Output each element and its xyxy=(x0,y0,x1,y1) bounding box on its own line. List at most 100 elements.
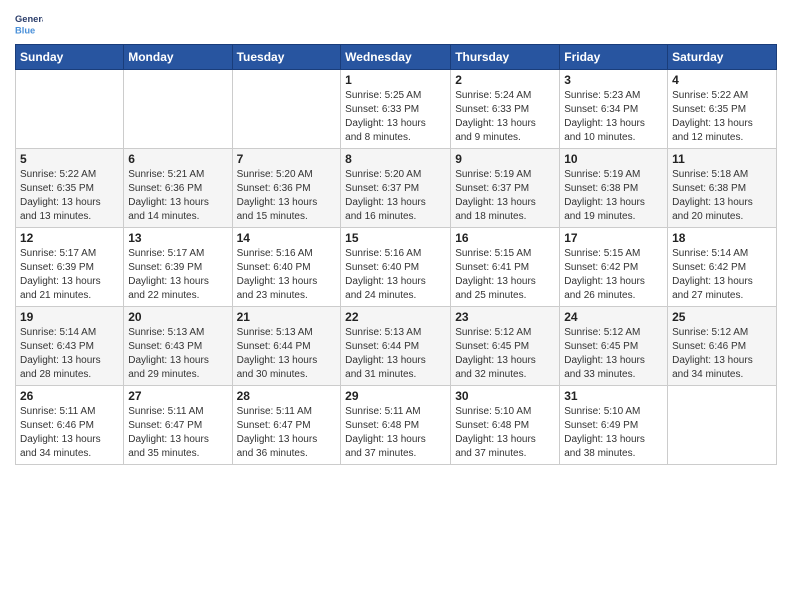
day-header-tuesday: Tuesday xyxy=(232,45,341,70)
day-info: Sunrise: 5:22 AM Sunset: 6:35 PM Dayligh… xyxy=(672,89,772,145)
calendar-cell: 7Sunrise: 5:20 AM Sunset: 6:36 PM Daylig… xyxy=(232,149,341,228)
calendar-cell: 26Sunrise: 5:11 AM Sunset: 6:46 PM Dayli… xyxy=(16,386,124,465)
day-info: Sunrise: 5:11 AM Sunset: 6:48 PM Dayligh… xyxy=(345,405,446,461)
calendar-cell: 2 Sunrise: 5:24 AM Sunset: 6:33 PM Daylig… xyxy=(451,70,560,149)
calendar-cell: 1 Sunrise: 5:25 AM Sunset: 6:33 PM Daylig… xyxy=(341,70,451,149)
day-number: 29 xyxy=(345,389,446,403)
day-number: 11 xyxy=(672,152,772,166)
day-info: Sunrise: 5:14 AM Sunset: 6:42 PM Dayligh… xyxy=(672,247,772,303)
calendar-cell: 4 Sunrise: 5:22 AM Sunset: 6:35 PM Daylig… xyxy=(668,70,777,149)
day-number: 4 xyxy=(672,73,772,87)
calendar-cell xyxy=(232,70,341,149)
day-number: 25 xyxy=(672,310,772,324)
day-info: Sunrise: 5:19 AM Sunset: 6:38 PM Dayligh… xyxy=(564,168,663,224)
day-number: 24 xyxy=(564,310,663,324)
day-number: 12 xyxy=(20,231,119,245)
day-info: Sunrise: 5:22 AM Sunset: 6:35 PM Dayligh… xyxy=(20,168,119,224)
day-info: Sunrise: 5:13 AM Sunset: 6:44 PM Dayligh… xyxy=(237,326,337,382)
svg-text:General: General xyxy=(15,14,43,24)
day-info: Sunrise: 5:17 AM Sunset: 6:39 PM Dayligh… xyxy=(128,247,227,303)
calendar-cell: 23 Sunrise: 5:12 AM Sunset: 6:45 PM Dayli… xyxy=(451,307,560,386)
calendar-cell: 20 Sunrise: 5:13 AM Sunset: 6:43 PM Dayli… xyxy=(124,307,232,386)
day-header-thursday: Thursday xyxy=(451,45,560,70)
day-header-wednesday: Wednesday xyxy=(341,45,451,70)
calendar-cell: 6 Sunrise: 5:21 AM Sunset: 6:36 PM Daylig… xyxy=(124,149,232,228)
day-info: Sunrise: 5:19 AM Sunset: 6:37 PM Dayligh… xyxy=(455,168,555,224)
calendar-cell: 5 Sunrise: 5:22 AM Sunset: 6:35 PM Daylig… xyxy=(16,149,124,228)
day-number: 2 xyxy=(455,73,555,87)
day-info: Sunrise: 5:12 AM Sunset: 6:45 PM Dayligh… xyxy=(455,326,555,382)
logo-icon: GeneralBlue xyxy=(15,10,43,38)
calendar-cell: 15 Sunrise: 5:16 AM Sunset: 6:40 PM Dayli… xyxy=(341,228,451,307)
day-number: 23 xyxy=(455,310,555,324)
calendar-cell: 29 Sunrise: 5:11 AM Sunset: 6:48 PM Dayli… xyxy=(341,386,451,465)
calendar-cell: 28 Sunrise: 5:11 AM Sunset: 6:47 PM Dayli… xyxy=(232,386,341,465)
week-row-4: 19 Sunrise: 5:14 AM Sunset: 6:43 PM Dayli… xyxy=(16,307,777,386)
calendar-cell: 13 Sunrise: 5:17 AM Sunset: 6:39 PM Dayli… xyxy=(124,228,232,307)
calendar-cell: 14Sunrise: 5:16 AM Sunset: 6:40 PM Dayli… xyxy=(232,228,341,307)
calendar-cell: 9Sunrise: 5:19 AM Sunset: 6:37 PM Daylig… xyxy=(451,149,560,228)
day-info: Sunrise: 5:16 AM Sunset: 6:40 PM Dayligh… xyxy=(237,247,337,303)
day-info: Sunrise: 5:11 AM Sunset: 6:47 PM Dayligh… xyxy=(128,405,227,461)
day-number: 16 xyxy=(455,231,555,245)
svg-text:Blue: Blue xyxy=(15,25,35,35)
day-info: Sunrise: 5:18 AM Sunset: 6:38 PM Dayligh… xyxy=(672,168,772,224)
calendar-cell: 22Sunrise: 5:13 AM Sunset: 6:44 PM Dayli… xyxy=(341,307,451,386)
calendar-cell: 31 Sunrise: 5:10 AM Sunset: 6:49 PM Dayli… xyxy=(560,386,668,465)
calendar-cell: 12 Sunrise: 5:17 AM Sunset: 6:39 PM Dayli… xyxy=(16,228,124,307)
day-number: 8 xyxy=(345,152,446,166)
day-info: Sunrise: 5:12 AM Sunset: 6:46 PM Dayligh… xyxy=(672,326,772,382)
calendar-cell xyxy=(124,70,232,149)
calendar-cell: 18 Sunrise: 5:14 AM Sunset: 6:42 PM Dayli… xyxy=(668,228,777,307)
day-info: Sunrise: 5:20 AM Sunset: 6:36 PM Dayligh… xyxy=(237,168,337,224)
day-info: Sunrise: 5:13 AM Sunset: 6:43 PM Dayligh… xyxy=(128,326,227,382)
day-number: 15 xyxy=(345,231,446,245)
calendar-cell: 27Sunrise: 5:11 AM Sunset: 6:47 PM Dayli… xyxy=(124,386,232,465)
day-info: Sunrise: 5:11 AM Sunset: 6:47 PM Dayligh… xyxy=(237,405,337,461)
calendar-cell: 10Sunrise: 5:19 AM Sunset: 6:38 PM Dayli… xyxy=(560,149,668,228)
calendar-cell xyxy=(16,70,124,149)
calendar-header-row: SundayMondayTuesdayWednesdayThursdayFrid… xyxy=(16,45,777,70)
day-info: Sunrise: 5:13 AM Sunset: 6:44 PM Dayligh… xyxy=(345,326,446,382)
day-number: 6 xyxy=(128,152,227,166)
day-number: 17 xyxy=(564,231,663,245)
week-row-3: 12 Sunrise: 5:17 AM Sunset: 6:39 PM Dayli… xyxy=(16,228,777,307)
day-number: 18 xyxy=(672,231,772,245)
week-row-5: 26Sunrise: 5:11 AM Sunset: 6:46 PM Dayli… xyxy=(16,386,777,465)
day-info: Sunrise: 5:15 AM Sunset: 6:42 PM Dayligh… xyxy=(564,247,663,303)
day-number: 28 xyxy=(237,389,337,403)
day-info: Sunrise: 5:14 AM Sunset: 6:43 PM Dayligh… xyxy=(20,326,119,382)
day-number: 19 xyxy=(20,310,119,324)
calendar-cell: 16 Sunrise: 5:15 AM Sunset: 6:41 PM Dayli… xyxy=(451,228,560,307)
day-number: 13 xyxy=(128,231,227,245)
day-number: 20 xyxy=(128,310,227,324)
day-info: Sunrise: 5:23 AM Sunset: 6:34 PM Dayligh… xyxy=(564,89,663,145)
day-number: 30 xyxy=(455,389,555,403)
day-info: Sunrise: 5:20 AM Sunset: 6:37 PM Dayligh… xyxy=(345,168,446,224)
day-number: 1 xyxy=(345,73,446,87)
day-info: Sunrise: 5:25 AM Sunset: 6:33 PM Dayligh… xyxy=(345,89,446,145)
week-row-1: 1 Sunrise: 5:25 AM Sunset: 6:33 PM Daylig… xyxy=(16,70,777,149)
day-info: Sunrise: 5:15 AM Sunset: 6:41 PM Dayligh… xyxy=(455,247,555,303)
day-number: 5 xyxy=(20,152,119,166)
day-info: Sunrise: 5:24 AM Sunset: 6:33 PM Dayligh… xyxy=(455,89,555,145)
day-info: Sunrise: 5:10 AM Sunset: 6:49 PM Dayligh… xyxy=(564,405,663,461)
calendar-table: SundayMondayTuesdayWednesdayThursdayFrid… xyxy=(15,44,777,465)
day-info: Sunrise: 5:17 AM Sunset: 6:39 PM Dayligh… xyxy=(20,247,119,303)
day-header-sunday: Sunday xyxy=(16,45,124,70)
day-number: 3 xyxy=(564,73,663,87)
calendar-cell: 24 Sunrise: 5:12 AM Sunset: 6:45 PM Dayli… xyxy=(560,307,668,386)
calendar-cell: 11 Sunrise: 5:18 AM Sunset: 6:38 PM Dayli… xyxy=(668,149,777,228)
calendar-cell: 3 Sunrise: 5:23 AM Sunset: 6:34 PM Daylig… xyxy=(560,70,668,149)
calendar-cell: 8 Sunrise: 5:20 AM Sunset: 6:37 PM Daylig… xyxy=(341,149,451,228)
calendar-cell: 17 Sunrise: 5:15 AM Sunset: 6:42 PM Dayli… xyxy=(560,228,668,307)
logo: GeneralBlue xyxy=(15,10,43,38)
day-info: Sunrise: 5:12 AM Sunset: 6:45 PM Dayligh… xyxy=(564,326,663,382)
day-number: 26 xyxy=(20,389,119,403)
day-number: 21 xyxy=(237,310,337,324)
day-header-saturday: Saturday xyxy=(668,45,777,70)
day-number: 31 xyxy=(564,389,663,403)
day-info: Sunrise: 5:21 AM Sunset: 6:36 PM Dayligh… xyxy=(128,168,227,224)
day-header-monday: Monday xyxy=(124,45,232,70)
day-info: Sunrise: 5:16 AM Sunset: 6:40 PM Dayligh… xyxy=(345,247,446,303)
